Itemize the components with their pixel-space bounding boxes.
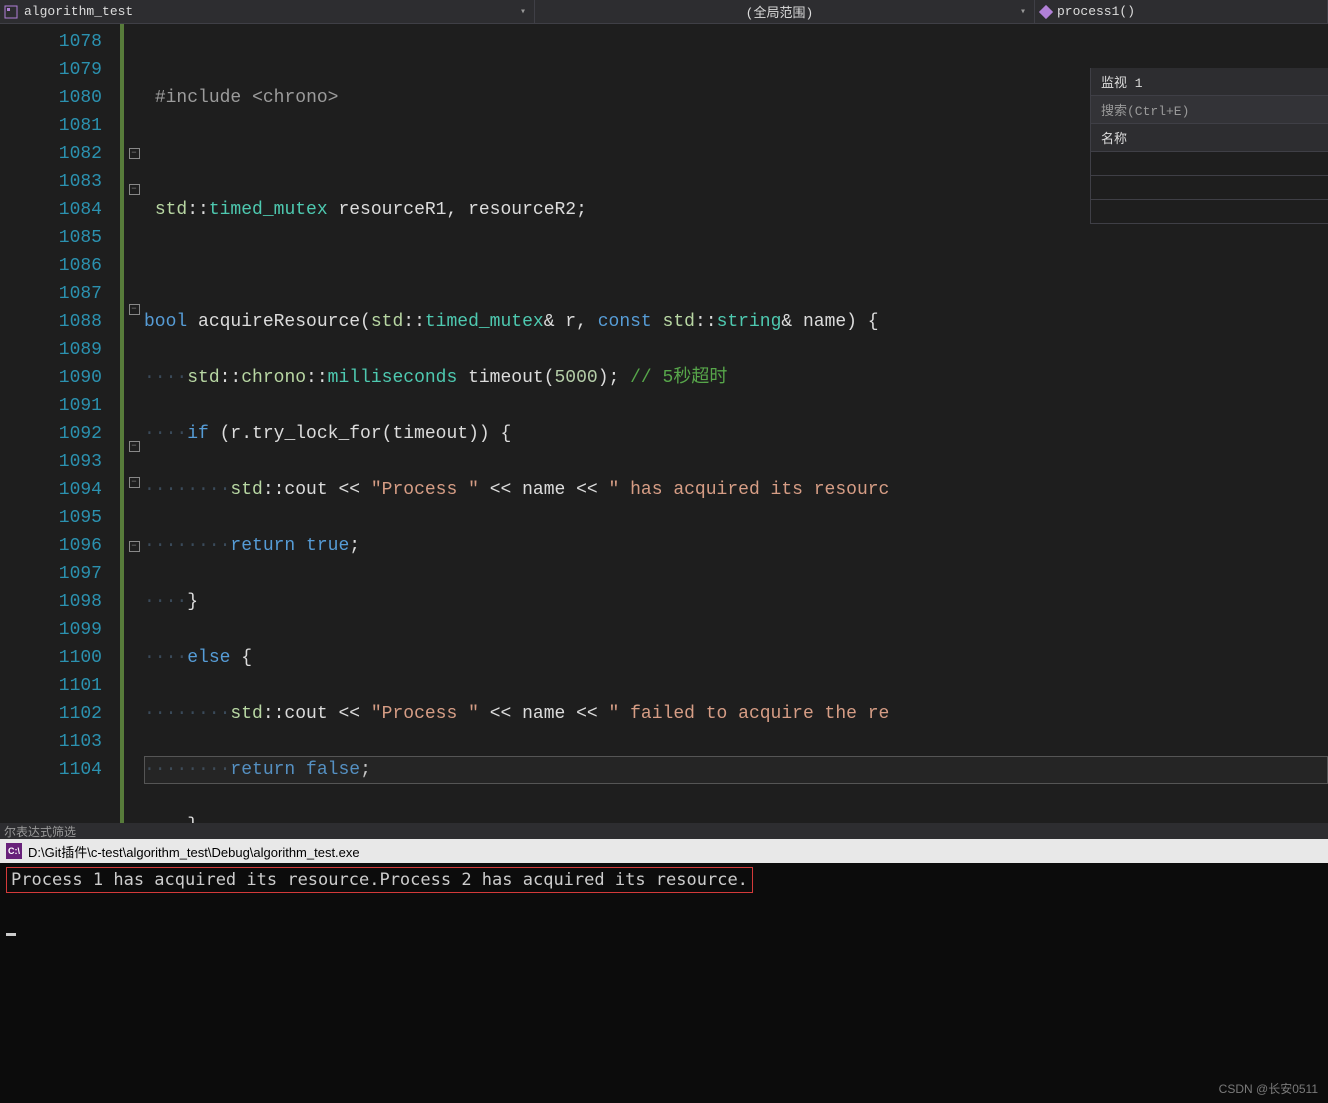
filter-bar[interactable]: 尔表达式筛选 [0,823,1328,839]
line-number: 1085 [0,224,102,252]
line-number: 1093 [0,448,102,476]
line-number: 1099 [0,616,102,644]
watch-panel-title: 监视 1 [1091,68,1328,96]
watch-search-input[interactable]: 搜索(Ctrl+E) [1091,96,1328,124]
line-number: 1080 [0,84,102,112]
line-number: 1101 [0,672,102,700]
line-number: 1097 [0,560,102,588]
cpp-file-icon [4,5,18,19]
line-number: 1081 [0,112,102,140]
chevron-down-icon: ▾ [1020,6,1026,18]
member-label: process1() [1057,4,1135,19]
member-dropdown[interactable]: process1() [1035,0,1328,23]
file-scope-dropdown[interactable]: algorithm_test ▾ [0,0,535,23]
line-number: 1088 [0,308,102,336]
scope-label: (全局范围) [746,2,814,21]
line-number: 1102 [0,700,102,728]
line-number: 1092 [0,420,102,448]
scope-dropdown[interactable]: (全局范围) ▾ [535,0,1035,23]
fold-toggle[interactable]: − [129,148,140,159]
current-line-highlight [144,756,1328,784]
line-number: 1082 [0,140,102,168]
fold-toggle[interactable]: − [129,477,140,488]
fold-toggle[interactable]: − [129,304,140,315]
chevron-down-icon: ▾ [520,6,526,18]
line-number: 1098 [0,588,102,616]
line-number: 1096 [0,532,102,560]
line-number: 1100 [0,644,102,672]
fold-toggle[interactable]: − [129,441,140,452]
fold-column: − − − − − − [124,24,144,823]
watch-row[interactable] [1091,152,1328,176]
console-title-bar: C:\ D:\Git插件\c-test\algorithm_test\Debug… [0,839,1328,863]
line-number: 1083 [0,168,102,196]
line-number: 1104 [0,756,102,784]
method-icon [1039,5,1053,19]
fold-toggle[interactable]: − [129,541,140,552]
console-output-line: Process 1 has acquired its resource.Proc… [6,867,753,893]
line-number: 1078 [0,28,102,56]
fold-toggle[interactable]: − [129,184,140,195]
line-number: 1084 [0,196,102,224]
line-number: 1095 [0,504,102,532]
file-label: algorithm_test [24,4,133,19]
line-number: 1094 [0,476,102,504]
watermark-text: CSDN @长安0511 [1219,1080,1318,1097]
console-output-area[interactable]: Process 1 has acquired its resource.Proc… [0,863,1328,1103]
watch-row[interactable] [1091,200,1328,224]
watch-row[interactable] [1091,176,1328,200]
console-cursor [6,933,16,936]
line-number: 1091 [0,392,102,420]
navigation-bar: algorithm_test ▾ (全局范围) ▾ process1() [0,0,1328,24]
line-number: 1089 [0,336,102,364]
filter-label: 尔表达式筛选 [4,823,76,840]
line-number: 1103 [0,728,102,756]
line-number: 1079 [0,56,102,84]
line-number-gutter: 1078 1079 1080 1081 1082 1083 1084 1085 … [0,24,120,823]
bottom-panel: 尔表达式筛选 C:\ D:\Git插件\c-test\algorithm_tes… [0,823,1328,1103]
console-app-icon: C:\ [6,843,22,859]
line-number: 1090 [0,364,102,392]
console-path: D:\Git插件\c-test\algorithm_test\Debug\alg… [28,842,360,861]
watch-column-header[interactable]: 名称 [1091,124,1328,152]
line-number: 1086 [0,252,102,280]
line-number: 1087 [0,280,102,308]
watch-panel: 监视 1 搜索(Ctrl+E) 名称 [1090,68,1328,224]
